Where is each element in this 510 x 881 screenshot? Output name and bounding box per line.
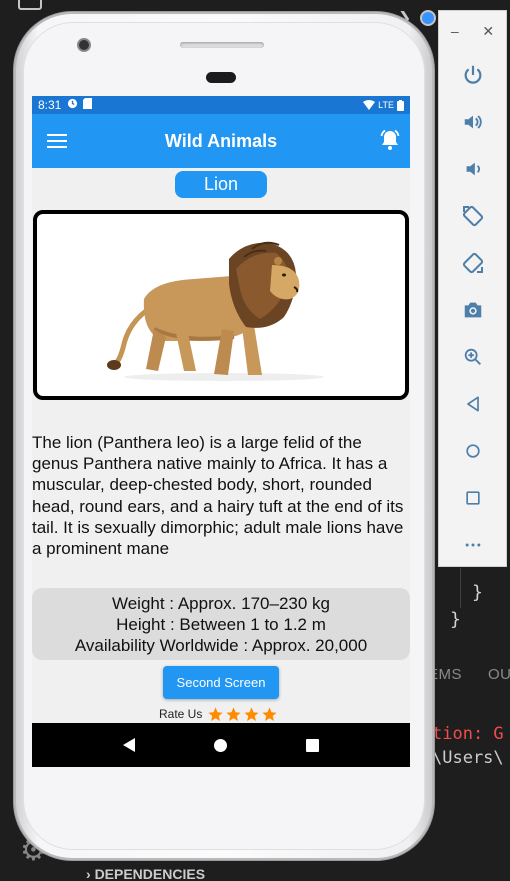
sync-icon: [67, 98, 78, 112]
nav-recents-icon[interactable]: [305, 738, 319, 752]
code-brace: }: [450, 609, 461, 630]
availability-text: Availability Worldwide : Approx. 20,000: [74, 635, 368, 655]
volume-up-icon: [464, 114, 482, 129]
phone-screen: 8:31 LTE Wild Animals Lion The lion (Pan…: [32, 96, 410, 767]
star-icon[interactable]: [207, 706, 224, 723]
app-bar: Wild Animals: [32, 114, 410, 168]
nav-home-icon[interactable]: [213, 738, 227, 752]
star-rating[interactable]: [207, 706, 278, 723]
emulator-toolbar: – ✕: [438, 10, 507, 567]
network-type: LTE: [378, 100, 394, 110]
speaker-grille: [180, 42, 264, 48]
flutter-icon[interactable]: [420, 10, 436, 26]
animal-image-card: [33, 210, 409, 400]
lion-image: [84, 229, 360, 383]
second-screen-button[interactable]: Second Screen: [163, 666, 279, 699]
overview-square-icon: [465, 490, 480, 505]
more-button[interactable]: [439, 521, 506, 568]
home-circle-icon: [465, 443, 480, 458]
rotate-right-icon: [462, 252, 483, 273]
earpiece: [206, 72, 236, 83]
back-button[interactable]: [439, 380, 506, 427]
overview-button[interactable]: [439, 474, 506, 521]
rotate-left-icon: [462, 205, 483, 226]
terminal-line: tion: G: [432, 724, 504, 744]
animal-name-chip[interactable]: Lion: [175, 171, 267, 198]
power-button[interactable]: [439, 51, 506, 98]
volume-down-icon: [466, 162, 480, 175]
android-nav-bar: [32, 723, 410, 767]
power-icon: [464, 65, 481, 84]
back-triangle-icon: [466, 396, 479, 411]
status-time: 8:31: [38, 98, 62, 112]
app-title: Wild Animals: [164, 130, 278, 151]
tab-output[interactable]: OU: [488, 666, 510, 683]
zoom-button[interactable]: [439, 333, 506, 380]
dependencies-label: DEPENDENCIES: [94, 866, 206, 881]
explorer-section-dependencies[interactable]: › DEPENDENCIES: [86, 866, 205, 881]
rotate-left-button[interactable]: [439, 192, 506, 239]
screenshot-button[interactable]: [439, 286, 506, 333]
battery-icon: [397, 99, 404, 111]
status-right: LTE: [363, 99, 404, 111]
zoom-icon: [464, 348, 481, 365]
star-icon[interactable]: [261, 706, 278, 723]
weight-text: Weight : Approx. 170–230 kg: [111, 593, 330, 613]
window-corner-icon[interactable]: [18, 0, 42, 10]
code-brace: }: [472, 582, 483, 603]
rate-us-label: Rate Us: [159, 707, 203, 721]
more-dots-icon: [465, 543, 480, 546]
rating-row: Rate Us: [159, 703, 278, 725]
volume-up-button[interactable]: [439, 98, 506, 145]
indent-guide: [460, 568, 461, 608]
height-text: Height : Between 1 to 1.2 m: [116, 614, 326, 634]
close-icon[interactable]: ✕: [482, 23, 494, 40]
volume-down-button[interactable]: [439, 145, 506, 192]
emulator-window-controls: – ✕: [439, 11, 506, 51]
animal-description: The lion (Panthera leo) is a large felid…: [32, 433, 404, 559]
terminal-line: \Users\: [432, 748, 504, 768]
star-icon[interactable]: [243, 706, 260, 723]
star-icon[interactable]: [225, 706, 242, 723]
camera-icon: [464, 302, 481, 317]
front-camera: [77, 38, 91, 52]
nav-back-icon[interactable]: [123, 738, 136, 752]
content-area: Lion The lion (Panthera leo) is a large …: [32, 168, 410, 721]
wifi-icon: [363, 100, 376, 110]
panel-tabs: EMS OU: [428, 666, 510, 683]
menu-icon[interactable]: [47, 131, 67, 151]
minimize-icon[interactable]: –: [451, 23, 459, 39]
notification-bell-icon[interactable]: [378, 128, 402, 152]
sd-card-icon: [83, 98, 93, 112]
home-button[interactable]: [439, 427, 506, 474]
animal-info-box: Weight : Approx. 170–230 kg Height : Bet…: [32, 588, 410, 660]
rotate-right-button[interactable]: [439, 239, 506, 286]
status-bar: 8:31 LTE: [32, 96, 410, 114]
